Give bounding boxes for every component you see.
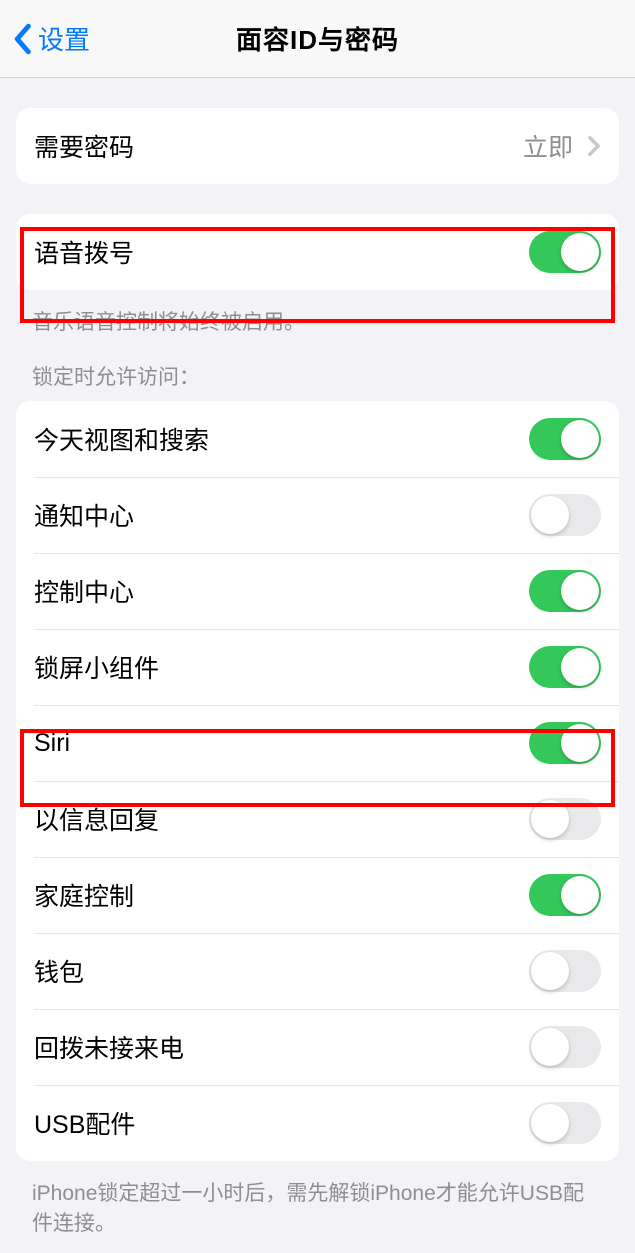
row-value: 立即: [523, 128, 601, 164]
row-label: Siri: [34, 729, 70, 758]
toggle[interactable]: [529, 1026, 601, 1068]
toggle[interactable]: [529, 418, 601, 460]
group-voice-dial: 语音拨号: [16, 214, 619, 290]
toggle[interactable]: [529, 494, 601, 536]
row-lock-access-item: USB配件: [16, 1085, 619, 1161]
toggle-knob: [531, 952, 569, 990]
toggle[interactable]: [529, 874, 601, 916]
row-label: 需要密码: [34, 128, 134, 164]
lock-access-footer: iPhone锁定超过一小时后，需先解锁iPhone才能允许USB配件连接。: [0, 1171, 635, 1238]
row-lock-access-item: 锁屏小组件: [16, 629, 619, 705]
row-lock-access-item: 以信息回复: [16, 781, 619, 857]
toggle[interactable]: [529, 1102, 601, 1144]
back-button[interactable]: 设置: [12, 20, 90, 57]
toggle-knob: [531, 1028, 569, 1066]
row-lock-access-item: 控制中心: [16, 553, 619, 629]
row-lock-access-item: 钱包: [16, 933, 619, 1009]
voice-dial-footer: 音乐语音控制将始终被启用。: [0, 300, 635, 337]
page-title: 面容ID与密码: [236, 20, 399, 57]
chevron-left-icon: [12, 23, 32, 55]
back-label: 设置: [38, 20, 90, 57]
voice-dial-toggle[interactable]: [529, 231, 601, 273]
toggle[interactable]: [529, 646, 601, 688]
toggle-knob: [561, 233, 599, 271]
row-lock-access-item: Siri: [16, 705, 619, 781]
content: 需要密码 立即 语音拨号 音乐语音控制将始终被启用。 锁定时允许访问： 今天视图…: [0, 108, 635, 1238]
row-label: 控制中心: [34, 573, 134, 609]
row-label: 以信息回复: [34, 801, 159, 837]
row-label: 锁屏小组件: [34, 649, 159, 685]
row-label: USB配件: [34, 1105, 135, 1141]
toggle[interactable]: [529, 798, 601, 840]
toggle-knob: [561, 420, 599, 458]
toggle-knob: [531, 800, 569, 838]
navigation-bar: 设置 面容ID与密码: [0, 0, 635, 78]
row-label: 语音拨号: [34, 234, 134, 270]
row-value-text: 立即: [523, 128, 573, 164]
row-label: 今天视图和搜索: [34, 421, 209, 457]
row-lock-access-item: 回拨未接来电: [16, 1009, 619, 1085]
row-label: 回拨未接来电: [34, 1029, 184, 1065]
toggle-knob: [561, 724, 599, 762]
group-require-passcode: 需要密码 立即: [16, 108, 619, 184]
toggle[interactable]: [529, 950, 601, 992]
toggle-knob: [561, 572, 599, 610]
toggle[interactable]: [529, 722, 601, 764]
row-label: 通知中心: [34, 497, 134, 533]
chevron-right-icon: [587, 135, 601, 157]
row-lock-access-item: 家庭控制: [16, 857, 619, 933]
row-voice-dial: 语音拨号: [16, 214, 619, 290]
toggle-knob: [531, 496, 569, 534]
row-lock-access-item: 通知中心: [16, 477, 619, 553]
row-label: 家庭控制: [34, 877, 134, 913]
toggle-knob: [561, 876, 599, 914]
row-label: 钱包: [34, 953, 84, 989]
toggle-knob: [561, 648, 599, 686]
row-require-passcode[interactable]: 需要密码 立即: [16, 108, 619, 184]
toggle[interactable]: [529, 570, 601, 612]
group-lock-access: 今天视图和搜索通知中心控制中心锁屏小组件 Siri 以信息回复家庭控制钱包回拨未接来…: [16, 401, 619, 1161]
toggle-knob: [531, 1104, 569, 1142]
lock-access-header: 锁定时允许访问：: [0, 337, 635, 401]
row-lock-access-item: 今天视图和搜索: [16, 401, 619, 477]
